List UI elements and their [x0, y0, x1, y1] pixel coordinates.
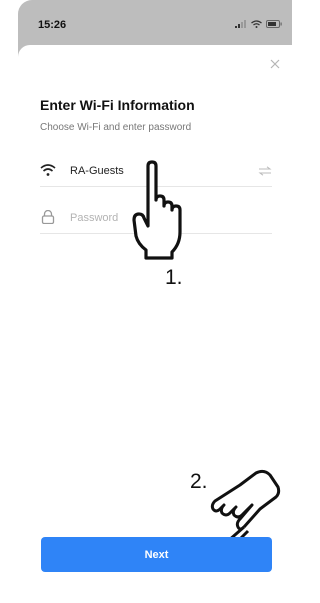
signal-icon [235, 20, 246, 28]
status-bar: 15:26 [18, 0, 292, 40]
next-button[interactable]: Next [41, 537, 272, 572]
battery-icon [266, 20, 282, 28]
lock-icon [41, 210, 55, 224]
pointing-hand-icon [132, 160, 182, 260]
switch-network-icon[interactable] [258, 166, 272, 176]
wifi-icon [40, 164, 56, 176]
wifi-icon [251, 20, 262, 28]
wifi-network-name: RA-Guests [70, 165, 124, 177]
status-icons [235, 20, 282, 28]
screen-margin [0, 0, 18, 603]
screen: 15:26 Enter Wi-Fi Information Choose Wi-… [0, 0, 292, 603]
password-placeholder: Password [70, 212, 119, 224]
status-time: 15:26 [38, 19, 67, 31]
close-icon[interactable] [268, 57, 282, 71]
step-1-label: 1. [165, 266, 183, 289]
dialog-subtitle: Choose Wi-Fi and enter password [40, 122, 192, 133]
dialog-title: Enter Wi-Fi Information [40, 97, 195, 113]
